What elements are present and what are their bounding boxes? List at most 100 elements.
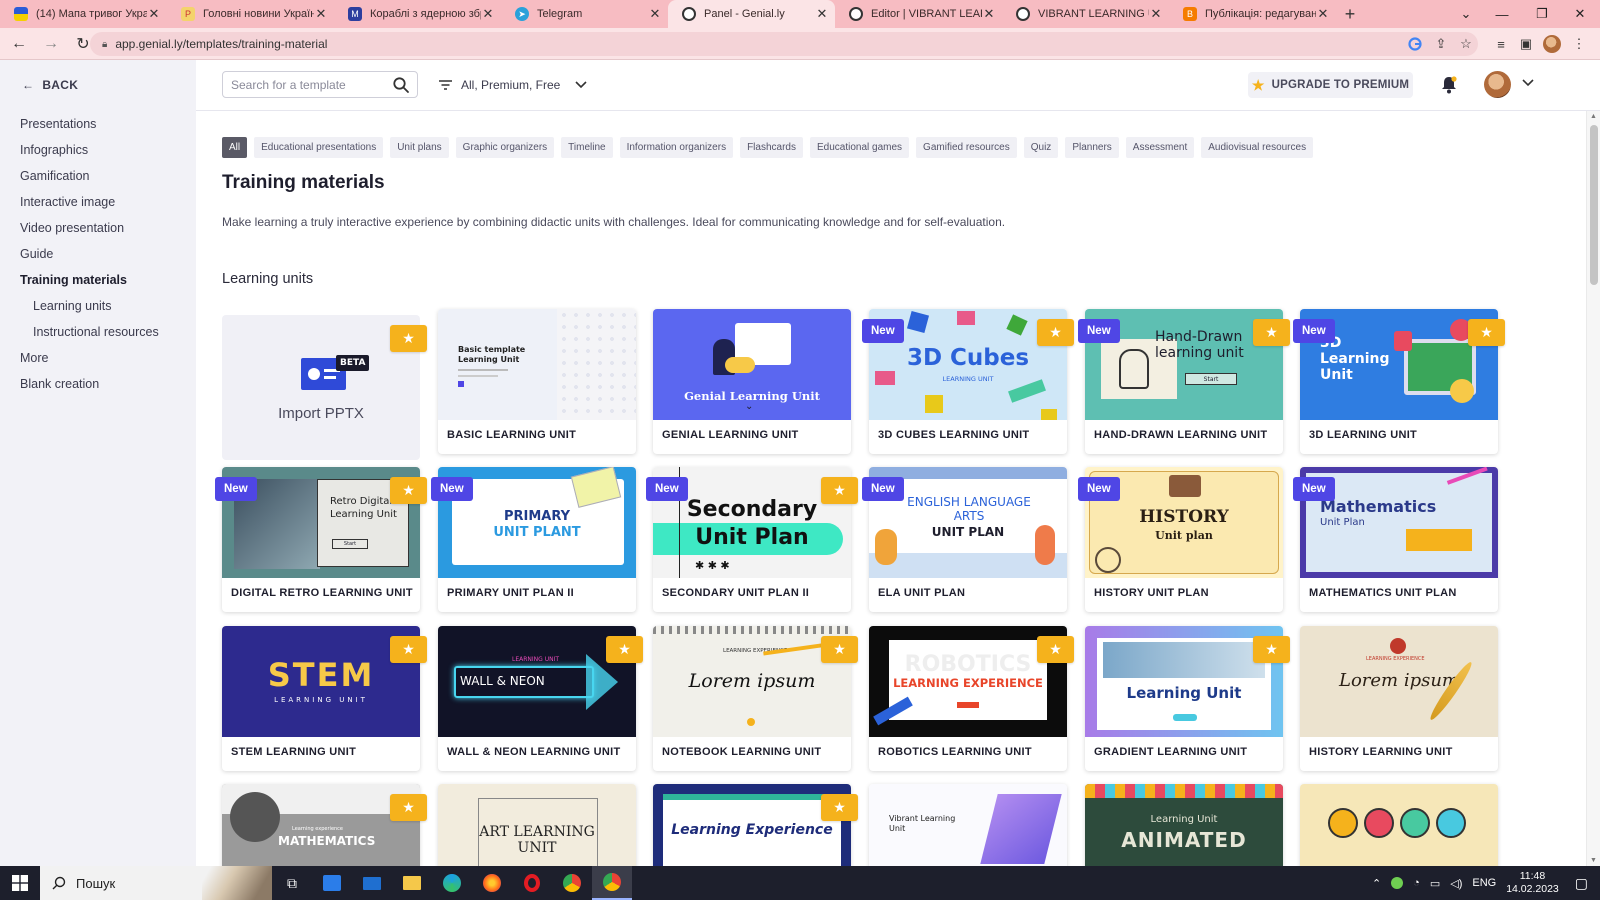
- close-icon[interactable]: ✕: [982, 6, 996, 22]
- browser-tab[interactable]: ➤ Telegram ✕: [501, 0, 668, 28]
- chip-assessment[interactable]: Assessment: [1125, 137, 1195, 158]
- template-card[interactable]: Genial Learning Unit ⌄ GENIAL LEARNING U…: [653, 309, 851, 454]
- template-card[interactable]: Learning Unit ★ GRADIENT LEARNING UNIT: [1085, 626, 1290, 771]
- chip-educational-presentations[interactable]: Educational presentations: [254, 137, 384, 158]
- chip-flashcards[interactable]: Flashcards: [740, 137, 803, 158]
- upgrade-to-premium-button[interactable]: ★ UPGRADE TO PREMIUM: [1248, 72, 1413, 98]
- file-explorer-icon[interactable]: [392, 866, 432, 900]
- tab-search-chevron-icon[interactable]: ⌄: [1448, 0, 1484, 28]
- profile-avatar-icon[interactable]: [1541, 33, 1563, 55]
- template-card[interactable]: Learning experience MATHEMATICS ★: [222, 784, 427, 866]
- minimize-icon[interactable]: —: [1484, 0, 1520, 28]
- filter-dropdown[interactable]: All, Premium, Free: [438, 71, 588, 98]
- chip-planners[interactable]: Planners: [1065, 137, 1119, 158]
- microsoft-store-icon[interactable]: [312, 866, 352, 900]
- back-button[interactable]: ← BACK: [22, 78, 78, 92]
- chip-educational-games[interactable]: Educational games: [809, 137, 910, 158]
- scroll-down-icon[interactable]: ▼: [1590, 857, 1597, 864]
- sidebar-item-learning-units[interactable]: Learning units: [33, 299, 112, 313]
- restore-icon[interactable]: ❐: [1524, 0, 1560, 28]
- app-tray-icon[interactable]: [1391, 877, 1404, 889]
- sidebar-item-video-presentation[interactable]: Video presentation: [20, 221, 124, 235]
- template-card[interactable]: Secondary Unit Plan ✱ ✱ ✱ New ★ SECONDAR…: [646, 467, 858, 612]
- browser-menu-icon[interactable]: ⋮: [1568, 33, 1590, 55]
- template-card[interactable]: Basic template Learning Unit BASIC LEARN…: [438, 309, 636, 454]
- mail-icon[interactable]: [352, 866, 392, 900]
- sidebar-item-guide[interactable]: Guide: [20, 247, 53, 261]
- chip-gamified-resources[interactable]: Gamified resources: [916, 137, 1017, 158]
- reading-list-icon[interactable]: ≡: [1490, 33, 1512, 55]
- chrome-active-icon[interactable]: [592, 866, 632, 900]
- close-icon[interactable]: ✕: [815, 6, 829, 22]
- sidebar-item-blank-creation[interactable]: Blank creation: [20, 377, 99, 391]
- template-card[interactable]: ART LEARNING UNIT: [438, 784, 636, 866]
- network-icon[interactable]: ◔: [1413, 877, 1420, 889]
- sidebar-item-infographics[interactable]: Infographics: [20, 143, 88, 157]
- browser-tab[interactable]: Editor | VIBRANT LEARNIN ✕: [835, 0, 1002, 28]
- forward-arrow-icon[interactable]: →: [38, 31, 64, 57]
- chip-audiovisual-resources[interactable]: Audiovisual resources: [1201, 137, 1314, 158]
- close-icon[interactable]: ✕: [481, 6, 495, 22]
- template-card[interactable]: 3D Learning Unit New ★ 3D LEARNING UNIT: [1293, 309, 1505, 454]
- browser-tab[interactable]: P Головні новини Україн ✕: [167, 0, 334, 28]
- new-tab-button[interactable]: +: [1336, 0, 1364, 28]
- template-card[interactable]: LEARNING EXPERIENCE Lorem ipsum HISTORY …: [1300, 626, 1498, 771]
- chip-information-organizers[interactable]: Information organizers: [619, 137, 734, 158]
- bell-icon[interactable]: [1439, 75, 1459, 95]
- template-card[interactable]: STEM LEARNING UNIT ★ STEM LEARNING UNIT: [222, 626, 427, 771]
- search-input[interactable]: [231, 77, 391, 92]
- close-icon[interactable]: ✕: [1149, 6, 1163, 22]
- template-card[interactable]: PRIMARY UNIT PLANT New PRIMARY UNIT PLAN…: [431, 467, 636, 612]
- template-card[interactable]: Mathematics Unit Plan New MATHEMATICS UN…: [1293, 467, 1498, 612]
- browser-tab[interactable]: M Кораблі з ядерною зброє ✕: [334, 0, 501, 28]
- task-view-icon[interactable]: ⧉: [272, 866, 312, 900]
- avatar[interactable]: [1484, 71, 1511, 98]
- side-panel-icon[interactable]: ▣: [1515, 33, 1537, 55]
- share-icon[interactable]: ⇪: [1430, 33, 1452, 55]
- chip-unit-plans[interactable]: Unit plans: [390, 137, 449, 158]
- browser-tab[interactable]: VIBRANT LEARNING UNIT ✕: [1002, 0, 1169, 28]
- scrollbar[interactable]: ▲ ▼: [1586, 111, 1600, 866]
- browser-tab[interactable]: (14) Мапа тривог Україн ✕: [0, 0, 167, 28]
- bookmark-star-icon[interactable]: ☆: [1455, 33, 1477, 55]
- language-indicator[interactable]: ENG: [1472, 877, 1496, 889]
- template-card[interactable]: Vibrant Learning Unit: [869, 784, 1067, 866]
- chevron-up-icon[interactable]: ⌃: [1372, 877, 1381, 890]
- import-pptx-card[interactable]: ★ BETA Import PPTX: [222, 315, 427, 460]
- chip-timeline[interactable]: Timeline: [561, 137, 613, 158]
- template-card[interactable]: WALL & NEON LEARNING UNIT ★ WALL & NEON …: [438, 626, 643, 771]
- volume-icon[interactable]: ◁): [1450, 877, 1462, 890]
- close-icon[interactable]: ✕: [314, 6, 328, 22]
- back-arrow-icon[interactable]: ←: [6, 31, 32, 57]
- google-icon[interactable]: [1404, 33, 1426, 55]
- template-card[interactable]: 3D Cubes LEARNING UNIT New ★ 3D CUBES LE…: [862, 309, 1074, 454]
- template-card[interactable]: Learning Experience ★: [653, 784, 858, 866]
- chevron-down-icon[interactable]: [1521, 77, 1535, 91]
- firefox-icon[interactable]: [472, 866, 512, 900]
- window-close-icon[interactable]: ✕: [1562, 0, 1598, 28]
- chrome-icon[interactable]: [552, 866, 592, 900]
- scroll-up-icon[interactable]: ▲: [1590, 113, 1597, 120]
- template-card[interactable]: ENGLISH LANGUAGE ARTS UNIT PLAN New ELA …: [862, 467, 1067, 612]
- chip-quiz[interactable]: Quiz: [1023, 137, 1059, 158]
- browser-tab-active[interactable]: Panel - Genial.ly ✕: [668, 0, 835, 28]
- taskbar-search-box[interactable]: Пошук: [40, 866, 272, 900]
- template-card[interactable]: Retro Digital Learning Unit Start New ★ …: [215, 467, 427, 612]
- browser-tab[interactable]: B Публікація: редагування ✕: [1169, 0, 1336, 28]
- edge-icon[interactable]: [432, 866, 472, 900]
- template-card[interactable]: [1300, 784, 1498, 866]
- search-icon[interactable]: [392, 76, 410, 94]
- sidebar-item-instructional-resources[interactable]: Instructional resources: [33, 325, 159, 339]
- address-bar[interactable]: 🔒︎ app.genial.ly/templates/training-mate…: [90, 32, 1478, 56]
- template-card[interactable]: HISTORY Unit plan New HISTORY UNIT PLAN: [1078, 467, 1283, 612]
- notification-icon[interactable]: ▢: [1575, 875, 1588, 892]
- close-icon[interactable]: ✕: [648, 6, 662, 22]
- template-card[interactable]: ROBOTICS LEARNING EXPERIENCE ★ ROBOTICS …: [869, 626, 1074, 771]
- template-card[interactable]: LEARNING EXPERIENCE Lorem ipsum ★ NOTEBO…: [653, 626, 858, 771]
- clock[interactable]: 11:48 14.02.2023: [1506, 870, 1559, 896]
- sidebar-item-training-materials[interactable]: Training materials: [20, 273, 127, 287]
- template-card[interactable]: Learning Unit ANIMATED: [1085, 784, 1283, 866]
- sidebar-item-presentations[interactable]: Presentations: [20, 117, 96, 131]
- close-icon[interactable]: ✕: [1316, 6, 1330, 22]
- sidebar-item-interactive-image[interactable]: Interactive image: [20, 195, 115, 209]
